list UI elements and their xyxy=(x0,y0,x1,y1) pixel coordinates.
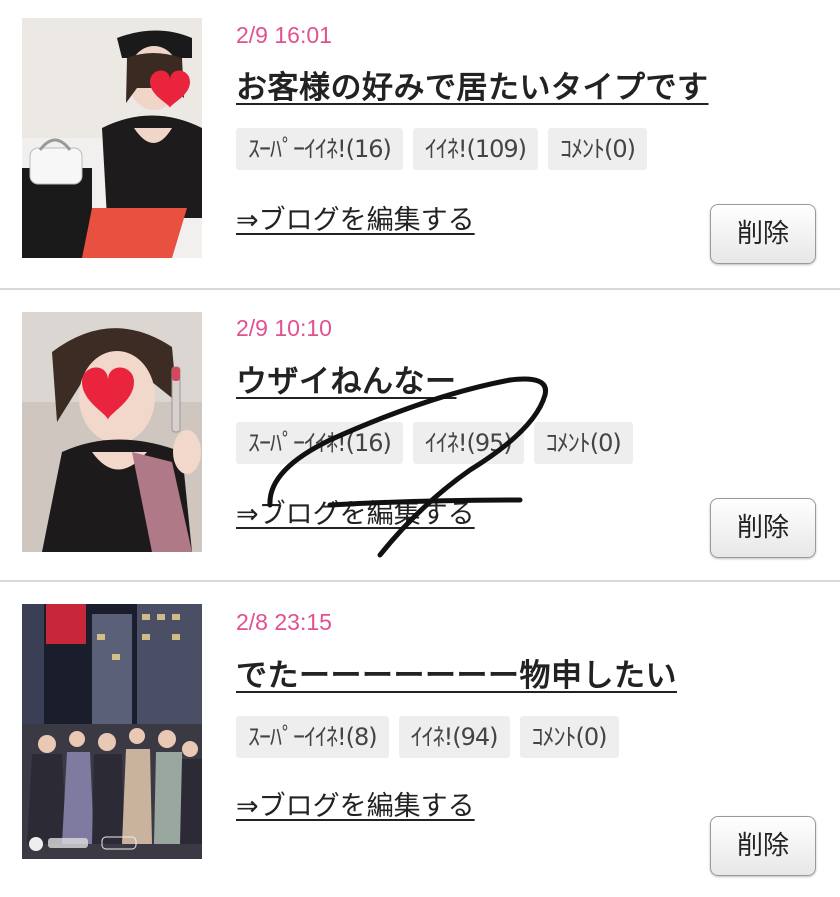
photo-woman-black-top xyxy=(22,18,202,258)
edit-blog-link[interactable]: ⇒ブログを編集する xyxy=(236,492,475,531)
reaction-tags: ｽｰﾊﾟｰｲｲﾈ!(16) ｲｲﾈ!(95) ｺﾒﾝﾄ(0) xyxy=(236,422,633,464)
like-count: ｲｲﾈ!(95) xyxy=(412,422,524,464)
post-thumbnail[interactable] xyxy=(22,18,202,258)
delete-button[interactable]: 削除 xyxy=(710,816,816,876)
comment-count: ｺﾒﾝﾄ(0) xyxy=(548,128,648,170)
post-thumbnail[interactable] xyxy=(22,312,202,552)
like-count: ｲｲﾈ!(94) xyxy=(398,716,510,758)
post-date: 2/9 10:10 xyxy=(236,315,332,341)
post-title-link[interactable]: ウザイねんなー xyxy=(236,356,457,401)
post-date: 2/8 23:15 xyxy=(236,609,332,635)
super-like-count: ｽｰﾊﾟｰｲｲﾈ!(8) xyxy=(236,716,389,758)
super-like-count: ｽｰﾊﾟｰｲｲﾈ!(16) xyxy=(236,128,403,170)
delete-button[interactable]: 削除 xyxy=(710,498,816,558)
comment-count: ｺﾒﾝﾄ(0) xyxy=(519,716,619,758)
reaction-tags: ｽｰﾊﾟｰｲｲﾈ!(8) ｲｲﾈ!(94) ｺﾒﾝﾄ(0) xyxy=(236,716,619,758)
post-date: 2/9 16:01 xyxy=(236,22,332,48)
post-thumbnail[interactable] xyxy=(22,604,202,859)
photo-night-street-crowd xyxy=(22,604,202,859)
blog-post-1: 2/9 16:01 お客様の好みで居たいタイプです ｽｰﾊﾟｰｲｲﾈ!(16) … xyxy=(0,0,840,288)
like-count: ｲｲﾈ!(109) xyxy=(412,128,539,170)
delete-button[interactable]: 削除 xyxy=(710,204,816,264)
photo-woman-lipstick xyxy=(22,312,202,552)
reaction-tags: ｽｰﾊﾟｰｲｲﾈ!(16) ｲｲﾈ!(109) ｺﾒﾝﾄ(0) xyxy=(236,128,648,170)
super-like-count: ｽｰﾊﾟｰｲｲﾈ!(16) xyxy=(236,422,403,464)
edit-blog-link[interactable]: ⇒ブログを編集する xyxy=(236,198,475,237)
blog-post-3: 2/8 23:15 でたーーーーーーー物申したい ｽｰﾊﾟｰｲｲﾈ!(8) ｲｲ… xyxy=(0,582,840,897)
blog-post-2: 2/9 10:10 ウザイねんなー ｽｰﾊﾟｰｲｲﾈ!(16) ｲｲﾈ!(95)… xyxy=(0,290,840,580)
comment-count: ｺﾒﾝﾄ(0) xyxy=(533,422,633,464)
post-title-link[interactable]: お客様の好みで居たいタイプです xyxy=(236,62,709,107)
post-title-link[interactable]: でたーーーーーーー物申したい xyxy=(236,650,677,695)
edit-blog-link[interactable]: ⇒ブログを編集する xyxy=(236,784,475,823)
